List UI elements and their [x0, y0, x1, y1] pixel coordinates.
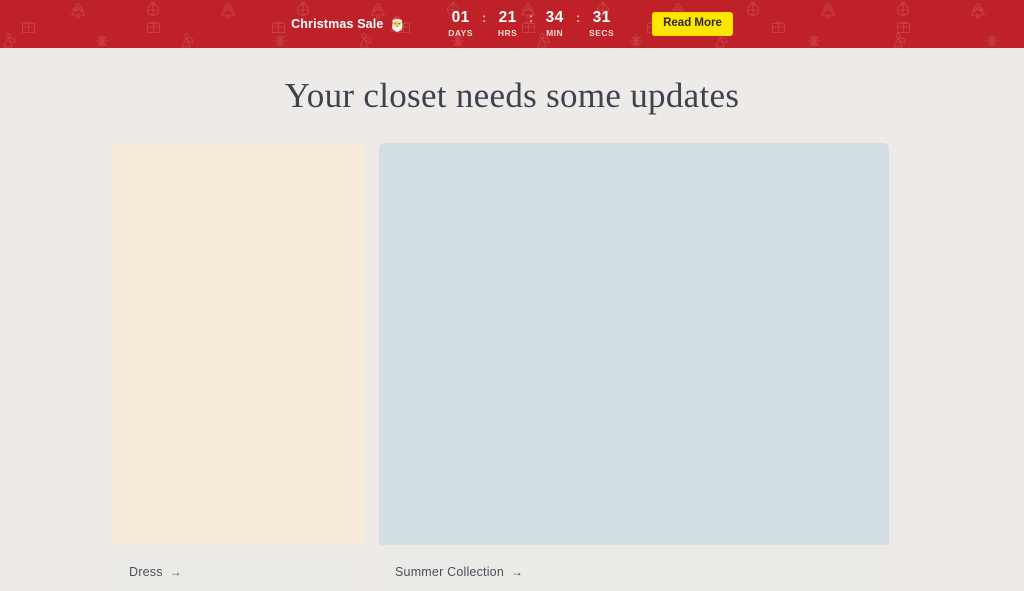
- countdown-timer: 01 DAYS : 21 HRS : 34 MIN : 31 SECS: [440, 9, 622, 39]
- product-card-footer-summer-collection: Summer Collection →: [379, 545, 889, 591]
- promo-label-text: Christmas Sale: [291, 17, 384, 31]
- countdown-days-label: DAYS: [448, 28, 474, 38]
- product-card-dress[interactable]: Dress →: [113, 143, 364, 591]
- countdown-unit-min: 34 MIN: [534, 9, 575, 39]
- card-link-summer-collection[interactable]: Summer Collection →: [395, 565, 523, 579]
- read-more-button[interactable]: Read More: [652, 11, 733, 37]
- arrow-right-icon: →: [169, 565, 182, 579]
- page-title: Your closet needs some updates: [284, 76, 740, 115]
- countdown-min-value: 34: [545, 9, 564, 26]
- countdown-days-value: 01: [451, 9, 470, 26]
- christmas-sale-banner: Christmas Sale 🎅 01 DAYS : 21 HRS : 34 M…: [0, 0, 1024, 48]
- product-image-summer-collection[interactable]: [379, 143, 889, 545]
- countdown-unit-hrs: 21 HRS: [487, 9, 528, 39]
- card-link-label-dress: Dress: [129, 565, 163, 579]
- countdown-unit-secs: 31 SECS: [581, 9, 622, 39]
- countdown-unit-days: 01 DAYS: [440, 9, 481, 39]
- countdown-min-label: MIN: [546, 28, 564, 38]
- product-card-summer-collection[interactable]: Summer Collection →: [379, 143, 889, 591]
- card-link-dress[interactable]: Dress →: [129, 565, 182, 579]
- product-image-dress[interactable]: [113, 143, 364, 545]
- countdown-hrs-value: 21: [498, 9, 517, 26]
- product-cards-row: Dress → Summer Collection →: [0, 143, 1024, 591]
- countdown-hrs-label: HRS: [497, 28, 518, 38]
- countdown-secs-value: 31: [592, 9, 611, 26]
- card-link-label-summer-collection: Summer Collection: [395, 565, 504, 579]
- arrow-right-icon: →: [511, 565, 524, 579]
- santa-claus-emoji: 🎅: [388, 16, 407, 32]
- product-card-footer-dress: Dress →: [113, 545, 364, 591]
- countdown-secs-label: SECS: [589, 28, 615, 38]
- promo-label: Christmas Sale 🎅: [291, 17, 406, 31]
